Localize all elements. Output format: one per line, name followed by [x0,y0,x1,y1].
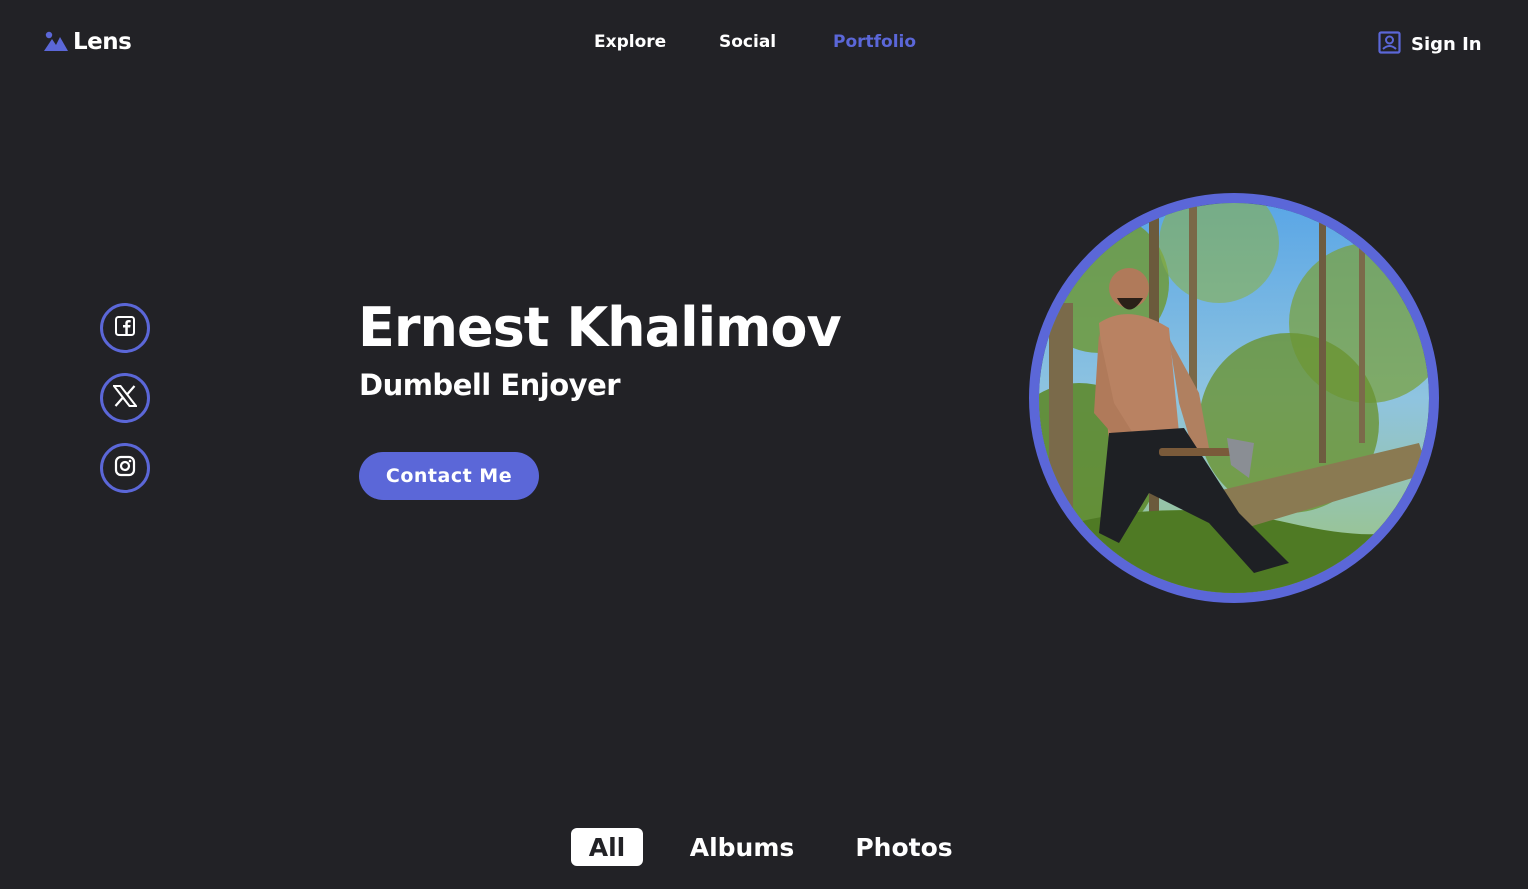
profile-avatar [1029,193,1439,603]
tab-albums[interactable]: Albums [683,828,801,866]
portfolio-page: Lens Explore Social Portfolio Sign In Er… [0,0,1528,889]
logo[interactable]: Lens [43,29,132,55]
sign-in-label: Sign In [1411,34,1482,55]
profile-name: Ernest Khalimov [358,296,842,359]
tab-photos[interactable]: Photos [850,828,958,866]
tab-all[interactable]: All [571,828,643,866]
nav-portfolio[interactable]: Portfolio [833,32,916,52]
sign-in-button[interactable]: Sign In [1378,31,1482,58]
facebook-link[interactable] [100,303,150,353]
user-portrait-icon [1378,31,1401,58]
profile-photo [1039,203,1429,593]
facebook-icon [114,315,136,341]
nav-explore[interactable]: Explore [594,32,666,52]
instagram-icon [114,455,136,481]
x-icon [111,385,139,411]
x-link[interactable] [100,373,150,423]
logo-icon [43,29,69,55]
profile-subtitle: Dumbell Enjoyer [359,368,621,402]
instagram-link[interactable] [100,443,150,493]
nav-social[interactable]: Social [719,32,776,52]
contact-me-button[interactable]: Contact Me [359,452,539,500]
logo-text: Lens [73,29,132,55]
